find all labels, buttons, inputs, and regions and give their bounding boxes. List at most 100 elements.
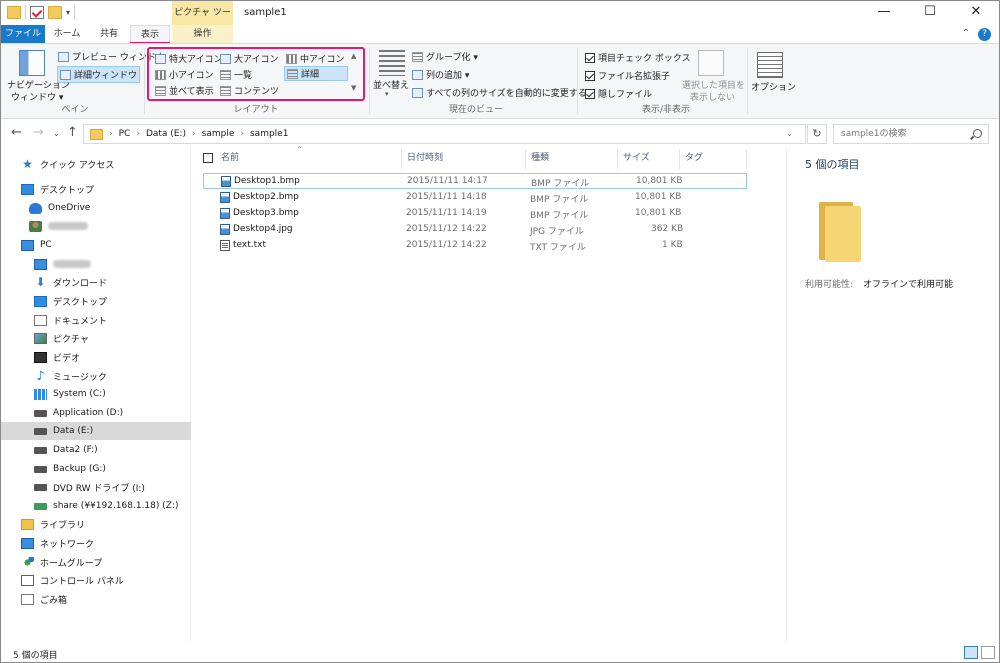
- file-extensions-toggle[interactable]: ファイル名拡張子: [585, 69, 670, 82]
- help-icon[interactable]: ?: [978, 28, 991, 41]
- sort-dropdown-icon[interactable]: ▾: [385, 90, 389, 98]
- details-view-icon[interactable]: [964, 646, 978, 659]
- column-header-date[interactable]: 日付時刻: [407, 147, 443, 169]
- recent-locations-icon[interactable]: ⌄: [53, 129, 60, 138]
- chevron-right-icon[interactable]: ›: [109, 129, 113, 139]
- nav-pc[interactable]: PC: [1, 236, 191, 254]
- nav-documents[interactable]: ドキュメント: [1, 311, 191, 329]
- layout-medium-icons[interactable]: 中アイコン: [286, 52, 345, 65]
- column-divider[interactable]: [401, 149, 402, 169]
- new-folder-icon[interactable]: [48, 5, 62, 19]
- layout-scroll-up-icon[interactable]: ▲: [351, 52, 356, 60]
- nav-videos[interactable]: ビデオ: [1, 348, 191, 366]
- nav-homegroup[interactable]: ホームグループ: [1, 553, 191, 571]
- layout-list[interactable]: 一覧: [220, 68, 252, 81]
- add-columns-button[interactable]: 列の追加 ▾: [412, 68, 469, 81]
- search-input[interactable]: sample1の検索: [833, 124, 989, 144]
- refresh-button[interactable]: ↻: [807, 124, 827, 144]
- maximize-button[interactable]: ☐: [907, 1, 953, 25]
- column-header-name[interactable]: 名前: [221, 147, 239, 169]
- nav-drive-e[interactable]: Data (E:): [1, 422, 191, 440]
- column-header-size[interactable]: サイズ: [623, 147, 650, 169]
- forward-arrow-icon[interactable]: →: [33, 125, 44, 140]
- item-checkboxes-toggle[interactable]: 項目チェック ボックス: [585, 51, 691, 64]
- layout-content[interactable]: コンテンツ: [220, 84, 279, 97]
- nav-recycle-bin[interactable]: ごみ箱: [1, 590, 191, 608]
- nav-quick-access[interactable]: ★ クイック アクセス: [1, 155, 191, 173]
- close-button[interactable]: ✕: [953, 1, 999, 25]
- back-arrow-icon[interactable]: ←: [11, 125, 22, 140]
- customize-toolbar-icon[interactable]: ▾: [66, 8, 70, 17]
- chevron-right-icon[interactable]: ›: [136, 129, 140, 139]
- breadcrumb-sample[interactable]: sample: [202, 129, 235, 139]
- layout-more-icon[interactable]: ▼: [351, 84, 356, 92]
- size-all-columns-button[interactable]: すべての列のサイズを自動的に変更する: [412, 86, 587, 99]
- nav-downloads[interactable]: ⬇ ダウンロード: [1, 273, 191, 291]
- nav-user-folder[interactable]: [1, 217, 191, 235]
- checkbox-checked[interactable]: [585, 88, 595, 99]
- layout-details[interactable]: 詳細: [284, 66, 348, 81]
- properties-icon[interactable]: [30, 5, 44, 19]
- chevron-right-icon[interactable]: ›: [240, 129, 244, 139]
- breadcrumb-data-e[interactable]: Data (E:): [146, 129, 186, 139]
- tab-manage[interactable]: 操作: [172, 25, 233, 43]
- nav-drive-f[interactable]: Data2 (F:): [1, 441, 191, 459]
- options-icon[interactable]: [757, 52, 783, 78]
- tab-view[interactable]: 表示: [130, 25, 170, 44]
- nav-dvd-drive[interactable]: DVD RW ドライブ (I:): [1, 478, 191, 496]
- checkbox-checked[interactable]: [585, 70, 595, 81]
- column-header-tags[interactable]: タグ: [685, 147, 703, 169]
- nav-onedrive[interactable]: OneDrive: [1, 199, 191, 217]
- select-all-checkbox[interactable]: [203, 153, 213, 163]
- sort-button[interactable]: 並べ替え: [373, 78, 409, 91]
- address-bar[interactable]: › PC › Data (E:) › sample › sample1 ⌄: [83, 124, 806, 144]
- minimize-button[interactable]: —: [861, 1, 907, 25]
- nav-network-share[interactable]: share (¥¥192.168.1.18) (Z:): [1, 497, 191, 515]
- options-button[interactable]: オプション: [751, 80, 796, 93]
- nav-network-device[interactable]: [1, 255, 191, 273]
- file-row[interactable]: Desktop3.bmp 2015/11/11 14:19 BMP ファイル 1…: [203, 206, 747, 222]
- navigation-pane-icon[interactable]: [19, 50, 45, 76]
- file-row[interactable]: text.txt 2015/11/12 14:22 TXT ファイル 1 KB: [203, 238, 747, 254]
- nav-pictures[interactable]: ピクチャ: [1, 329, 191, 347]
- nav-desktop[interactable]: デスクトップ: [1, 180, 191, 198]
- tab-file[interactable]: ファイル: [1, 25, 45, 43]
- column-divider[interactable]: [746, 149, 747, 169]
- layout-large-icons[interactable]: 大アイコン: [220, 52, 279, 65]
- pc-icon: [21, 239, 34, 251]
- layout-tiles[interactable]: 並べて表示: [155, 84, 214, 97]
- nav-desktop-pc[interactable]: デスクトップ: [1, 292, 191, 310]
- up-arrow-icon[interactable]: ↑: [67, 125, 78, 140]
- nav-music[interactable]: ♪ ミュージック: [1, 367, 191, 385]
- tab-share[interactable]: 共有: [89, 25, 129, 43]
- details-pane-button[interactable]: 詳細ウィンドウ: [57, 66, 141, 83]
- tab-home[interactable]: ホーム: [47, 25, 87, 43]
- large-icons-view-icon[interactable]: [981, 646, 995, 659]
- breadcrumb-pc[interactable]: PC: [119, 129, 131, 139]
- column-divider[interactable]: [525, 149, 526, 169]
- nav-libraries[interactable]: ライブラリ: [1, 515, 191, 533]
- breadcrumb-sample1[interactable]: sample1: [250, 129, 288, 139]
- file-row[interactable]: Desktop4.jpg 2015/11/12 14:22 JPG ファイル 3…: [203, 222, 747, 238]
- nav-drive-c[interactable]: System (C:): [1, 385, 191, 403]
- checkbox-checked[interactable]: [585, 52, 595, 63]
- layout-small-icons[interactable]: 小アイコン: [155, 68, 214, 81]
- layout-extra-large-icons[interactable]: 特大アイコン: [155, 52, 223, 65]
- file-row[interactable]: Desktop1.bmp 2015/11/11 14:17 BMP ファイル 1…: [203, 173, 747, 189]
- column-header-type[interactable]: 種類: [531, 147, 549, 169]
- item-checkboxes-label: 項目チェック ボックス: [598, 54, 691, 64]
- nav-control-panel[interactable]: コントロール パネル: [1, 571, 191, 589]
- file-row[interactable]: Desktop2.bmp 2015/11/11 14:18 BMP ファイル 1…: [203, 190, 747, 206]
- group-by-button[interactable]: グループ化 ▾: [412, 50, 478, 63]
- sort-icon[interactable]: [379, 50, 405, 76]
- column-divider[interactable]: [617, 149, 618, 169]
- nav-drive-g[interactable]: Backup (G:): [1, 460, 191, 478]
- chevron-up-icon[interactable]: ⌃: [962, 28, 970, 41]
- column-divider[interactable]: [679, 149, 680, 169]
- hidden-items-toggle[interactable]: 隠しファイル: [585, 87, 652, 100]
- nav-network[interactable]: ネットワーク: [1, 534, 191, 552]
- chevron-down-icon[interactable]: ⌄: [786, 129, 793, 138]
- nav-drive-d[interactable]: Application (D:): [1, 404, 191, 422]
- chevron-right-icon[interactable]: ›: [192, 129, 196, 139]
- search-icon[interactable]: [973, 129, 982, 138]
